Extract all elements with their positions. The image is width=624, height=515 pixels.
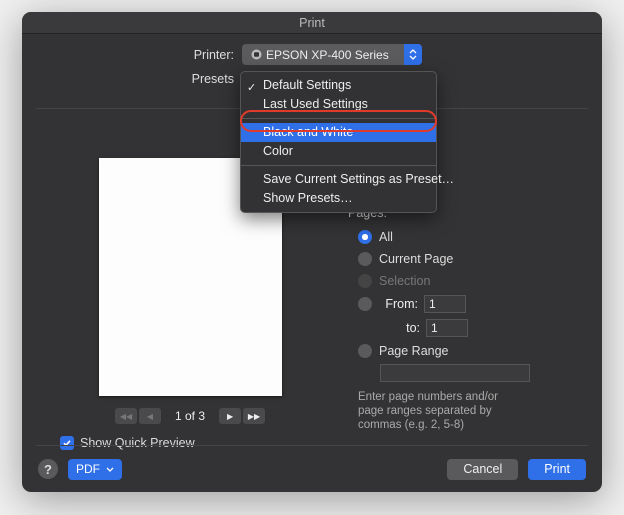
first-page-button[interactable]: ◀◀ [115, 408, 137, 424]
updown-icon [404, 44, 422, 65]
pages-all-label: All [379, 230, 393, 244]
menu-item-label: Black and White [263, 125, 353, 139]
to-field[interactable]: 1 [426, 319, 468, 337]
print-button[interactable]: Print [528, 459, 586, 480]
last-page-button[interactable]: ▶▶ [243, 408, 265, 424]
next-page-button[interactable]: ▶ [219, 408, 241, 424]
pdf-label: PDF [76, 462, 100, 476]
pages-option-selection: Selection [358, 270, 568, 292]
from-field[interactable]: 1 [424, 295, 466, 313]
printer-row: Printer: EPSON XP-400 Series [22, 44, 422, 65]
presets-menu: ✓ Default Settings Last Used Settings Bl… [240, 71, 437, 213]
presets-item-default-settings[interactable]: ✓ Default Settings [241, 76, 436, 95]
pages-option-current[interactable]: Current Page [358, 248, 568, 270]
radio-from[interactable] [358, 297, 372, 311]
page-indicator: 1 of 3 [175, 409, 205, 423]
pages-option-range[interactable]: Page Range [358, 340, 568, 362]
from-label: From: [378, 297, 418, 311]
print-label: Print [544, 462, 570, 476]
help-button[interactable]: ? [38, 459, 58, 479]
menu-item-label: Default Settings [263, 78, 351, 92]
cancel-label: Cancel [463, 462, 502, 476]
nav-prev-group: ◀◀ ◀ [115, 408, 161, 424]
presets-label: Presets [22, 72, 242, 86]
nav-next-group: ▶ ▶▶ [219, 408, 265, 424]
radio-range[interactable] [358, 344, 372, 358]
printer-popup[interactable]: EPSON XP-400 Series [242, 44, 422, 65]
presets-item-last-used[interactable]: Last Used Settings [241, 95, 436, 114]
pager-row: ◀◀ ◀ 1 of 3 ▶ ▶▶ [50, 408, 330, 424]
pages-to-row: to: 1 [380, 316, 568, 340]
to-label: to: [380, 321, 420, 335]
menu-item-label: Color [263, 144, 293, 158]
menu-item-label: Show Presets… [263, 191, 353, 205]
menu-separator [241, 165, 436, 166]
pages-range-label: Page Range [379, 344, 449, 358]
pdf-menu-button[interactable]: PDF [68, 459, 122, 480]
radio-all[interactable] [358, 230, 372, 244]
prev-page-button[interactable]: ◀ [139, 408, 161, 424]
print-dialog: Print Printer: EPSON XP-400 Series [22, 12, 602, 492]
pages-panel: Pages: All Current Page Selection From: … [348, 206, 568, 432]
pages-current-label: Current Page [379, 252, 453, 266]
window-title: Print [22, 12, 602, 34]
dialog-footer: ? PDF Cancel Print [22, 446, 602, 492]
printer-value: EPSON XP-400 Series [266, 48, 389, 62]
presets-item-color[interactable]: Color [241, 142, 436, 161]
chevron-down-icon [106, 467, 114, 472]
page-range-helper: Enter page numbers and/or page ranges se… [358, 390, 523, 432]
printer-status-icon [250, 49, 262, 61]
presets-item-show-presets[interactable]: Show Presets… [241, 189, 436, 208]
pages-selection-label: Selection [379, 274, 430, 288]
menu-item-label: Save Current Settings as Preset… [263, 172, 454, 186]
cancel-button[interactable]: Cancel [447, 459, 518, 480]
radio-selection [358, 274, 372, 288]
menu-separator [241, 118, 436, 119]
page-range-field[interactable] [380, 364, 530, 382]
pages-option-all[interactable]: All [358, 226, 568, 248]
dialog-content: Printer: EPSON XP-400 Series Presets [22, 34, 602, 492]
printer-label: Printer: [22, 48, 242, 62]
pages-from-row: From: 1 [358, 292, 568, 316]
menu-item-label: Last Used Settings [263, 97, 368, 111]
presets-item-save-as-preset[interactable]: Save Current Settings as Preset… [241, 170, 436, 189]
presets-row: Presets [22, 72, 242, 86]
radio-current[interactable] [358, 252, 372, 266]
presets-item-black-and-white[interactable]: Black and White [241, 123, 436, 142]
